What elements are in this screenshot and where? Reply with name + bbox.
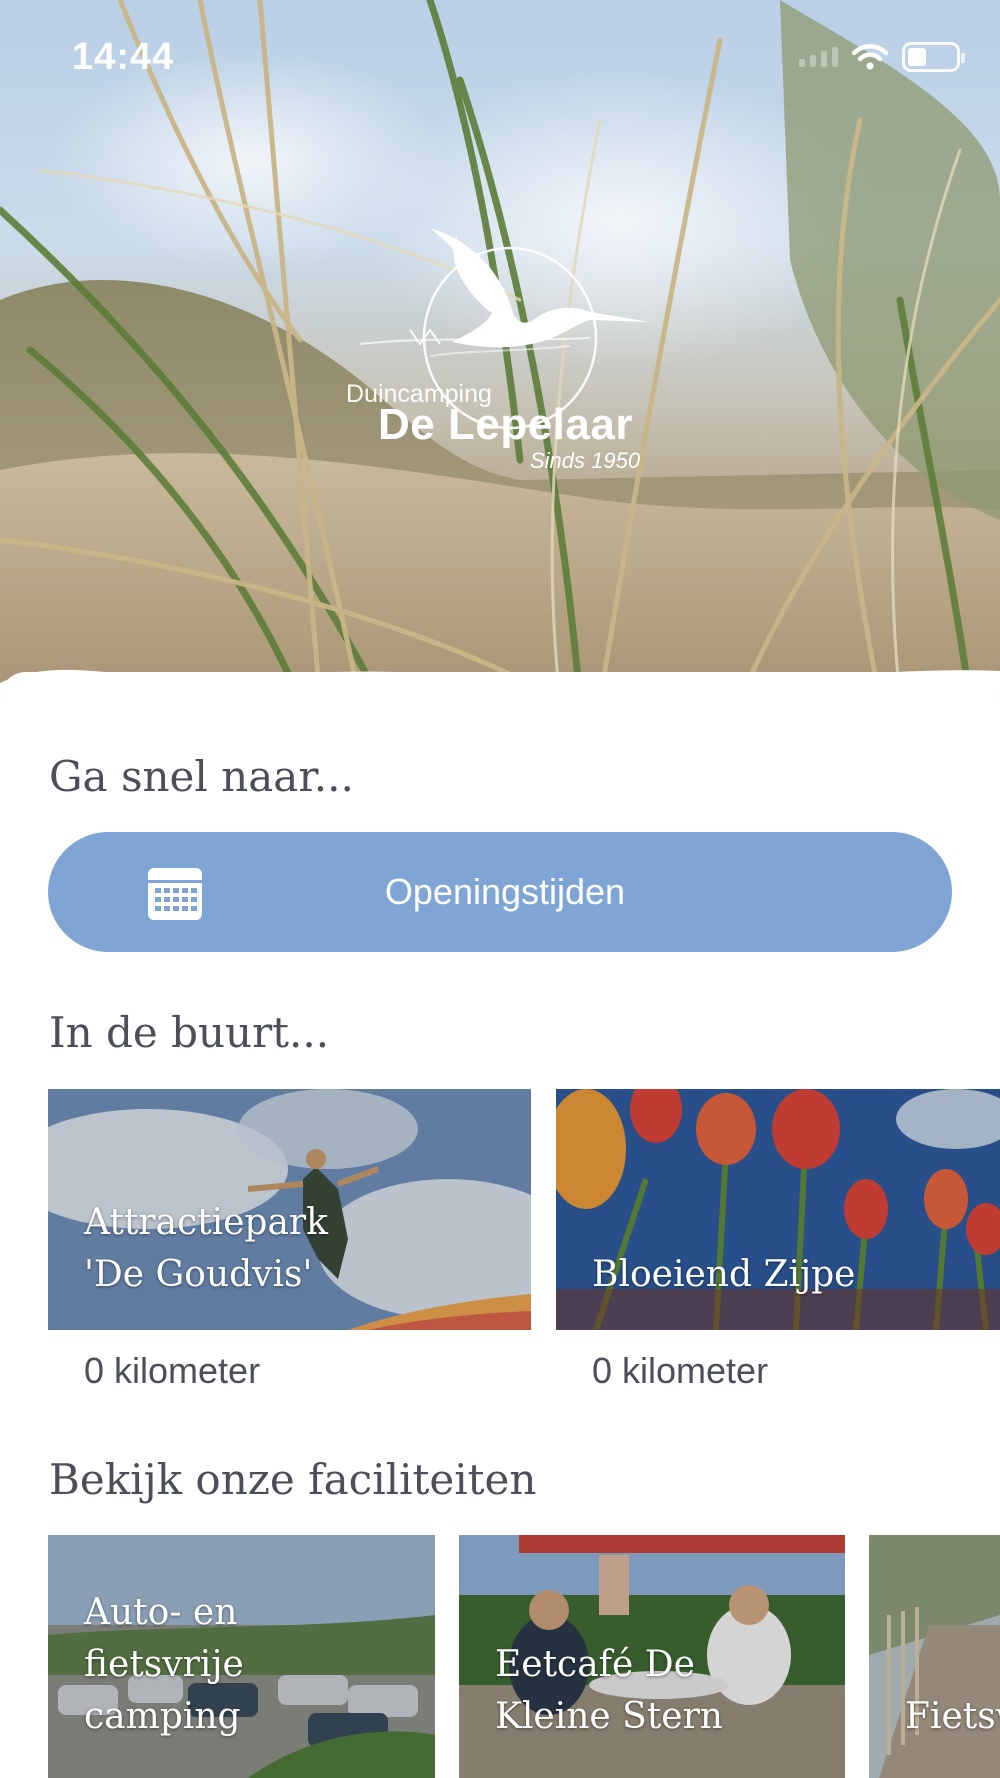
nearby-card-goudvis[interactable]: Attractiepark 'De Goudvis'	[48, 1089, 531, 1330]
battery-icon	[902, 42, 965, 72]
nearby-title: In de buurt...	[49, 1008, 330, 1057]
facility-card-title: Eetcafé De Kleine Stern	[495, 1644, 723, 1737]
facilities-title: Bekijk onze faciliteiten	[49, 1455, 537, 1504]
nearby-card-distance: 0 kilometer	[592, 1350, 769, 1391]
nearby-card-distance: 0 kilometer	[84, 1350, 261, 1391]
logo-name: De Lepelaar	[378, 400, 633, 449]
facility-card-title: Auto- en fietsvrije camping	[84, 1592, 244, 1737]
status-bar: 14:44	[0, 0, 1000, 120]
status-time: 14:44	[72, 36, 175, 78]
facility-card-title: Fietsv	[905, 1696, 1000, 1737]
facility-card-fiets[interactable]: Fietsv	[869, 1535, 1000, 1778]
calendar-icon	[148, 868, 202, 920]
opening-hours-label: Openingstijden	[384, 871, 626, 912]
nearby-card-zijpe[interactable]: Bloeiend Zijpe	[556, 1089, 1000, 1330]
opening-hours-button[interactable]: Openingstijden	[48, 832, 952, 952]
wifi-icon	[852, 44, 888, 70]
quick-nav-title: Ga snel naar...	[49, 752, 354, 801]
nearby-card-title: Bloeiend Zijpe	[592, 1254, 856, 1295]
facility-card-eetcafe[interactable]: Eetcafé De Kleine Stern	[459, 1535, 845, 1778]
facility-card-car-free[interactable]: Auto- en fietsvrije camping	[48, 1535, 435, 1778]
hero-image: 14:44 Duincamping De Lepelaar Sinds 1950	[0, 0, 1000, 700]
signal-icon	[799, 47, 838, 67]
logo-since: Sinds 1950	[530, 448, 641, 473]
status-icons	[799, 42, 965, 72]
nearby-card-title: Attractiepark 'De Goudvis'	[84, 1202, 328, 1295]
